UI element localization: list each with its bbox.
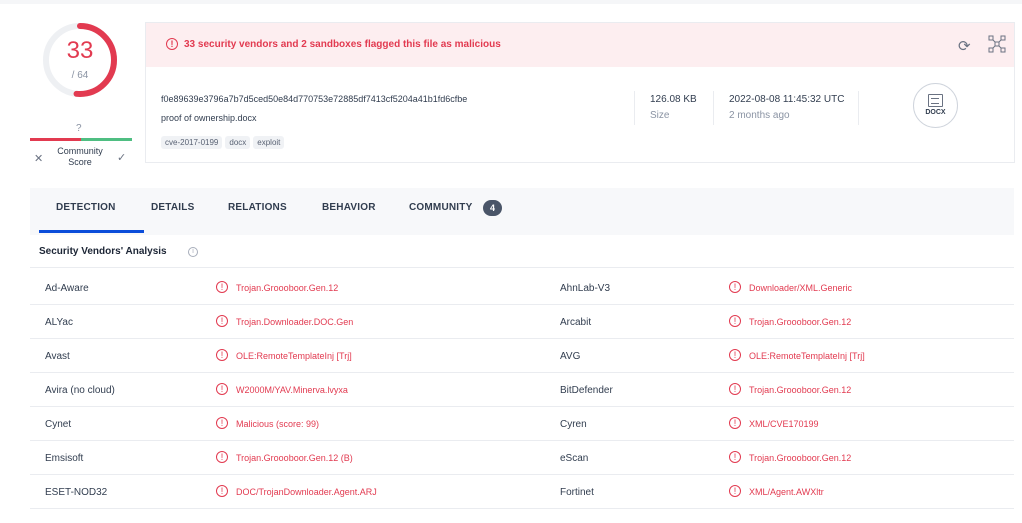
file-size-label: Size <box>650 110 670 121</box>
divider <box>30 267 1014 268</box>
exclamation-circle-icon: ! <box>729 281 741 293</box>
table-row: Emsisoft ! Trojan.Groooboor.Gen.12 (B) eS… <box>30 441 1014 475</box>
table-row: Avira (no cloud) ! W2000M/YAV.Minerva.lvy… <box>30 373 1014 407</box>
vendor-results-table: Ad-Aware ! Trojan.Groooboor.Gen.12 AhnLab… <box>30 271 1014 509</box>
table-row: Cynet ! Malicious (score: 99) Cyren ! XML/… <box>30 407 1014 441</box>
file-tags: cve-2017-0199 docx exploit <box>161 132 287 149</box>
graph-icon[interactable] <box>988 35 1006 53</box>
exclamation-circle-icon: ! <box>729 485 741 497</box>
detection-label: Trojan.Downloader.DOC.Gen <box>236 317 354 327</box>
vendor-name: Avast <box>45 351 70 362</box>
detection-label: Trojan.Groooboor.Gen.12 <box>749 453 852 463</box>
detection-label: OLE:RemoteTemplateInj [Trj] <box>236 351 352 361</box>
detection-label: Trojan.Groooboor.Gen.12 (B) <box>236 453 353 463</box>
detection-label: Downloader/XML.Generic <box>749 283 853 293</box>
detection-label: Trojan.Groooboor.Gen.12 <box>749 385 852 395</box>
file-type-label: DOCX <box>925 109 946 116</box>
table-row: ESET-NOD32 ! DOC/TrojanDownloader.Agent.A… <box>30 475 1014 509</box>
tag[interactable]: docx <box>225 136 251 149</box>
vendor-name: ESET-NOD32 <box>45 487 108 498</box>
analysis-date-relative: 2 months ago <box>729 110 790 121</box>
vendor-name: Emsisoft <box>45 453 84 464</box>
community-score-bar <box>30 138 132 141</box>
exclamation-circle-icon: ! <box>729 417 741 429</box>
divider <box>858 91 859 125</box>
divider <box>713 91 714 125</box>
exclamation-circle-icon: ! <box>729 451 741 463</box>
detection-label: Malicious (score: 99) <box>236 419 320 429</box>
top-border <box>0 0 1022 4</box>
vendor-name: Cyren <box>560 419 587 430</box>
detection-label: Trojan.Groooboor.Gen.12 <box>749 317 852 327</box>
exclamation-circle-icon: ! <box>216 383 228 395</box>
divider <box>634 91 635 125</box>
table-row: ALYac ! Trojan.Downloader.DOC.Gen Arcabit… <box>30 305 1014 339</box>
docx-file-type-icon: DOCX <box>913 83 958 128</box>
exclamation-circle-icon: ! <box>216 451 228 463</box>
community-count-badge: 4 <box>483 200 502 216</box>
exclamation-circle-icon: ! <box>216 349 228 361</box>
file-name: proof of ownership.docx <box>161 113 257 123</box>
detection-label: XML/Agent.AWXltr <box>749 487 824 497</box>
detection-count: 33 <box>66 37 94 64</box>
tab-details[interactable]: DETAILS <box>151 202 194 213</box>
section-title: Security Vendors' Analysis <box>39 246 167 257</box>
detection-label: OLE:RemoteTemplateInj [Trj] <box>749 351 865 361</box>
tab-relations[interactable]: RELATIONS <box>228 202 287 213</box>
vendor-name: Fortinet <box>560 487 594 498</box>
tab-community[interactable]: COMMUNITY <box>409 202 472 213</box>
vendor-name: ALYac <box>45 317 73 328</box>
detection-label: XML/CVE170199 <box>749 419 819 429</box>
detection-score-ring: 33 / 64 <box>40 20 120 100</box>
vendor-name: Arcabit <box>560 317 592 328</box>
exclamation-circle-icon: ! <box>729 349 741 361</box>
table-row: Ad-Aware ! Trojan.Groooboor.Gen.12 AhnLab… <box>30 271 1014 305</box>
vendor-name: Cynet <box>45 419 72 430</box>
detection-label: Trojan.Groooboor.Gen.12 <box>236 283 339 293</box>
detection-label: DOC/TrojanDownloader.Agent.ARJ <box>236 487 377 497</box>
x-icon[interactable]: ✕ <box>34 152 43 165</box>
exclamation-circle-icon: ! <box>216 485 228 497</box>
analysis-date: 2022-08-08 11:45:32 UTC <box>729 94 845 105</box>
community-good-segment <box>81 138 132 141</box>
vendor-name: eScan <box>560 453 589 464</box>
exclamation-circle-icon: ! <box>166 38 178 50</box>
exclamation-circle-icon: ! <box>729 315 741 327</box>
exclamation-circle-icon: ! <box>216 315 228 327</box>
refresh-icon[interactable]: ⟳ <box>958 37 971 55</box>
file-summary-card: ! 33 security vendors and 2 sandboxes fl… <box>145 22 1015 163</box>
exclamation-circle-icon: ! <box>216 417 228 429</box>
alert-text: 33 security vendors and 2 sandboxes flag… <box>184 39 501 50</box>
check-icon[interactable]: ✓ <box>117 151 126 164</box>
file-size: 126.08 KB <box>650 94 697 105</box>
info-icon[interactable]: i <box>188 247 198 257</box>
tab-behavior[interactable]: BEHAVIOR <box>322 202 376 213</box>
malicious-alert-banner: ! 33 security vendors and 2 sandboxes fl… <box>146 23 1014 67</box>
tab-bar: DETECTION DETAILS RELATIONS BEHAVIOR COM… <box>30 188 1014 235</box>
tab-detection[interactable]: DETECTION <box>56 202 116 213</box>
file-hash[interactable]: f0e89639e3796a7b7d5ced50e84d770753e72885… <box>161 94 467 104</box>
vendor-name: AVG <box>560 351 581 362</box>
vendor-name: AhnLab-V3 <box>560 283 611 294</box>
exclamation-circle-icon: ! <box>216 281 228 293</box>
vendor-name: BitDefender <box>560 385 613 396</box>
table-row: Avast ! OLE:RemoteTemplateInj [Trj] AVG !… <box>30 339 1014 373</box>
document-icon <box>928 94 943 107</box>
detection-total: / 64 <box>71 70 89 81</box>
exclamation-circle-icon: ! <box>729 383 741 395</box>
community-score-value: ? <box>76 123 82 134</box>
tag[interactable]: cve-2017-0199 <box>161 136 223 149</box>
community-bad-segment <box>30 138 81 141</box>
active-tab-indicator <box>39 230 144 233</box>
detection-label: W2000M/YAV.Minerva.lvyxa <box>236 385 348 395</box>
community-score-label: Community Score <box>57 146 103 167</box>
vendor-name: Ad-Aware <box>45 283 89 294</box>
tag[interactable]: exploit <box>253 136 285 149</box>
vendor-name: Avira (no cloud) <box>45 385 115 396</box>
